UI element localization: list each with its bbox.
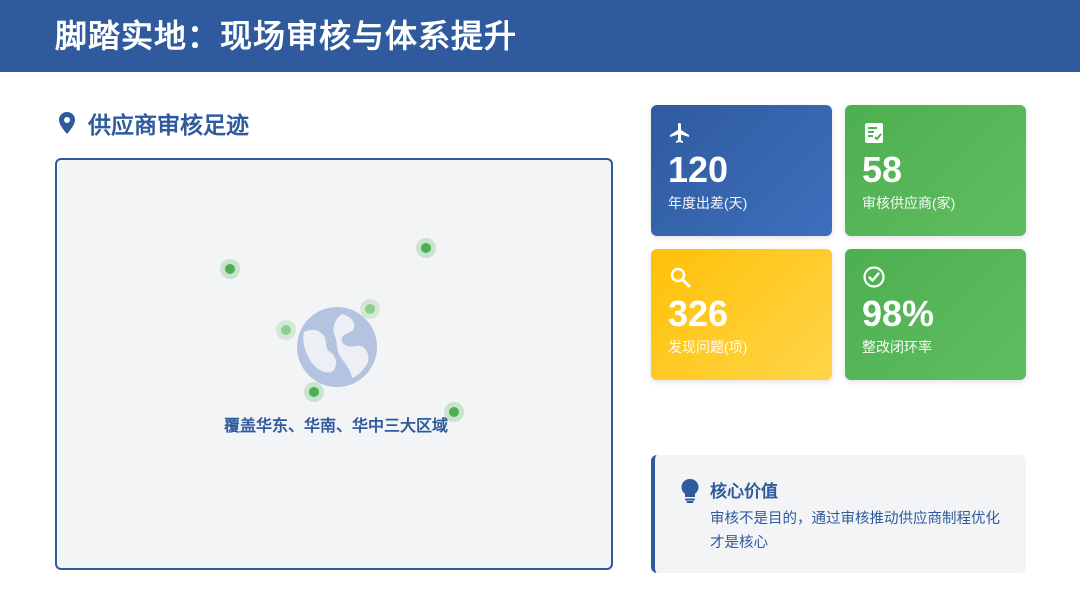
- stat-value: 98%: [862, 293, 935, 334]
- check-circle-icon: [863, 266, 885, 288]
- core-value-box: 核心价值 审核不是目的，通过审核推动供应商制程优化才是核心: [651, 455, 1026, 573]
- lightbulb-icon: [681, 479, 699, 503]
- airplane-icon: [670, 123, 689, 143]
- checklist-icon: [865, 123, 883, 143]
- header-bar: 脚踏实地：现场审核与体系提升: [0, 0, 1080, 72]
- core-value-title: 核心价值: [710, 482, 778, 501]
- stat-card-issues: 326 发现问题(项): [651, 249, 832, 380]
- stat-label: 整改闭环率: [862, 339, 932, 355]
- page-title: 脚踏实地：现场审核与体系提升: [55, 18, 518, 54]
- globe-icon: [297, 307, 377, 387]
- stat-value: 120: [668, 149, 729, 190]
- coverage-text: 覆盖华东、华南、华中三大区域: [223, 418, 448, 435]
- stat-card-suppliers: 58 审核供应商(家): [845, 105, 1026, 236]
- stat-card-travel-days: 120 年度出差(天): [651, 105, 832, 236]
- stat-label: 年度出差(天): [668, 195, 748, 211]
- footprint-heading-label: 供应商审核足迹: [88, 112, 249, 138]
- map-marker: [276, 320, 296, 340]
- stat-value: 58: [862, 149, 903, 190]
- stat-value: 326: [668, 293, 729, 334]
- stat-card-closure-rate: 98% 整改闭环率: [845, 249, 1026, 380]
- audit-map: 覆盖华东、华南、华中三大区域: [55, 158, 613, 570]
- stat-label: 审核供应商(家): [862, 195, 956, 211]
- map-marker: [220, 259, 240, 279]
- map-pin-icon: [59, 112, 75, 134]
- footprint-heading: 供应商审核足迹: [58, 108, 249, 138]
- core-value-text: 审核不是目的，通过审核推动供应商制程优化才是核心: [710, 511, 1000, 551]
- stat-label: 发现问题(项): [668, 339, 748, 355]
- search-icon: [670, 267, 691, 288]
- map-marker: [416, 238, 436, 258]
